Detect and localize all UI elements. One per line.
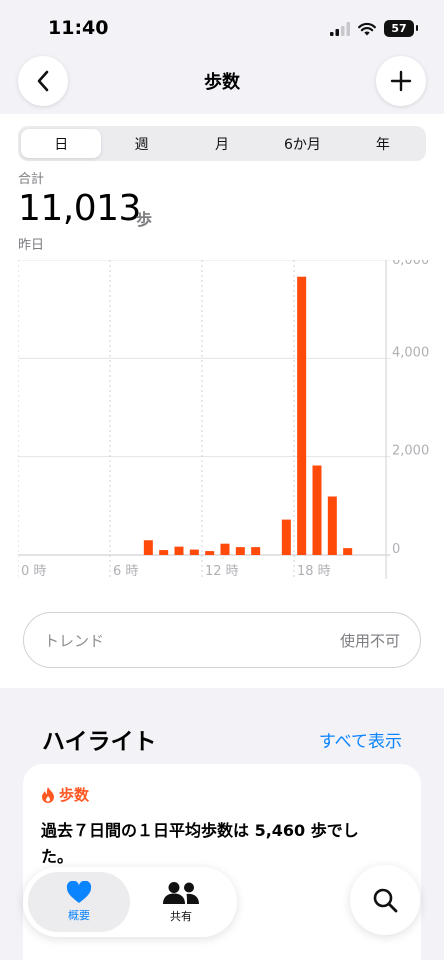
segment-day[interactable]: 日 [21,129,102,158]
signal-icon [330,21,350,36]
y-tick-label: 2,000 [392,444,429,459]
x-tick-label: 0 時 [21,564,46,579]
tab-summary-label: 概要 [68,909,90,922]
tab-sharing-label: 共有 [170,909,192,923]
highlight-tag-label: 歩数 [59,786,90,804]
search-icon [373,888,398,913]
trend-row[interactable]: トレンド 使用不可 [23,612,421,668]
segment-week[interactable]: 週 [101,129,181,158]
chart-bar [159,550,169,555]
add-button[interactable] [376,56,426,106]
people-icon [163,881,199,904]
wifi-icon [358,22,376,35]
chart-bar [297,276,307,555]
segment-year[interactable]: 年 [343,129,423,158]
chart-bar [174,546,184,555]
search-button[interactable] [350,865,420,935]
battery-level: 57 [391,22,407,35]
tab-bar: 概要 共有 [23,867,237,937]
chart-bar [312,465,322,555]
navigation-bar: 歩数 [0,56,444,114]
status-time: 11:40 [48,17,109,39]
chart-bar [343,548,353,555]
segment-month[interactable]: 月 [182,129,262,158]
period-segmented-control: 日 週 月 6か月 年 [18,126,426,161]
chart-bar [235,547,245,555]
show-all-link[interactable]: すべて表示 [319,727,402,752]
steps-chart-svg: 6,000 4,000 2,000 0 0 時 6 時 12 時 18 時 [18,260,429,579]
tab-summary[interactable]: 概要 [28,872,130,932]
status-icons: 57 [330,20,418,37]
segment-6-months[interactable]: 6か月 [262,129,342,158]
chart-bar [281,519,291,555]
x-tick-label: 18 時 [297,564,331,579]
plus-icon [390,70,412,92]
heart-icon [66,881,92,903]
highlights-title: ハイライト [42,729,157,755]
steps-chart[interactable]: 6,000 4,000 2,000 0 0 時 6 時 12 時 18 時 [18,260,442,580]
chart-bar [189,549,199,555]
battery-icon: 57 [384,20,418,37]
trend-value: 使用不可 [339,631,400,650]
x-tick-label: 12 時 [205,564,239,579]
chart-bar [143,540,153,555]
flame-icon [42,786,54,803]
highlight-text: 過去７日間の１日平均歩数は 5,460 歩でした。 [41,821,359,866]
highlight-tag: 歩数 [41,784,89,805]
tab-sharing[interactable]: 共有 [130,872,232,932]
x-tick-label: 6 時 [113,564,138,579]
chart-bar [251,547,261,555]
y-tick-label: 0 [392,542,400,557]
y-tick-label: 6,000 [392,260,429,268]
chart-bar [327,496,337,555]
total-value: 11,013 [18,188,141,229]
total-label: 合計 [18,172,45,187]
status-bar: 11:40 57 [0,0,444,56]
y-tick-label: 4,000 [392,345,429,360]
chart-bar [205,551,215,555]
chart-bar [220,543,230,555]
total-unit: 歩 [136,210,153,229]
total-date: 昨日 [18,238,45,253]
steps-card: 日 週 月 6か月 年 合計 11,013 歩 昨日 6,000 4,000 2,0… [0,114,444,688]
trend-label: トレンド [44,631,105,650]
